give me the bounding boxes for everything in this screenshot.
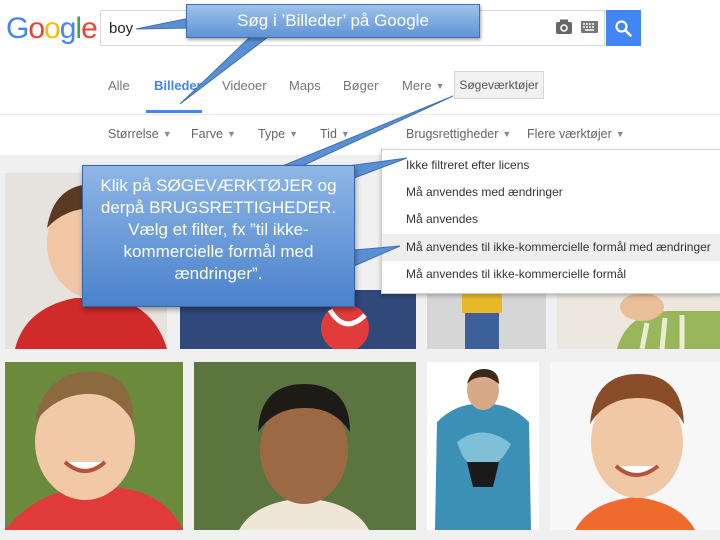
tab-images[interactable]: Billeder	[154, 78, 202, 93]
image-result[interactable]	[427, 293, 546, 349]
filter-size[interactable]: Størrelse ▼	[108, 127, 172, 141]
chevron-down-icon: ▼	[226, 129, 236, 139]
callout-line: Klik på SØGEVÆRKTØJER og	[100, 176, 337, 195]
tab-row: Alle Billeder Videoer Maps Bøger Mere ▼	[0, 58, 720, 115]
callout-search-images: Søg i ’Billeder’ på Google	[186, 4, 480, 38]
search-tools-button[interactable]: Søgeværktøjer	[454, 71, 544, 99]
filter-type[interactable]: Type ▼	[258, 127, 298, 141]
chevron-down-icon: ▼	[502, 129, 512, 139]
callout-line: kommercielle formål med	[123, 242, 314, 261]
image-result[interactable]	[427, 362, 539, 530]
filter-usage-rights-label: Brugsrettigheder	[406, 127, 499, 141]
usage-rights-dropdown: Ikke filtreret efter licens Må anvendes …	[381, 149, 720, 294]
filter-time-label: Tid	[320, 127, 337, 141]
filter-usage-rights[interactable]: Brugsrettigheder ▼	[406, 127, 511, 141]
keyboard-icon[interactable]	[581, 21, 598, 33]
callout-line: derpå BRUGSRETTIGHEDER.	[100, 198, 337, 217]
logo-letter: o	[28, 12, 45, 45]
google-logo[interactable]: Google	[6, 10, 98, 48]
chevron-down-icon: ▼	[615, 129, 625, 139]
search-icon	[615, 20, 632, 37]
tab-more-label: Mere	[402, 78, 432, 93]
camera-icon[interactable]	[555, 17, 573, 39]
image-result[interactable]	[194, 362, 416, 530]
image-result[interactable]	[5, 362, 183, 530]
usage-rights-option[interactable]: Må anvendes	[382, 206, 720, 233]
logo-letter: e	[81, 12, 98, 45]
usage-rights-option[interactable]: Ikke filtreret efter licens	[382, 152, 720, 179]
search-button[interactable]	[606, 10, 641, 46]
logo-letter: o	[44, 12, 61, 45]
usage-rights-option-highlighted[interactable]: Må anvendes til ikke-kommercielle formål…	[382, 234, 720, 261]
callout-line: Vælg et filter, fx ”til ikke-	[128, 220, 309, 239]
tab-more[interactable]: Mere ▼	[402, 78, 445, 93]
chevron-down-icon: ▼	[289, 129, 299, 139]
filter-color-label: Farve	[191, 127, 223, 141]
tab-all[interactable]: Alle	[108, 78, 130, 93]
image-result[interactable]	[557, 293, 720, 349]
filter-more-tools-label: Flere værktøjer	[527, 127, 612, 141]
callout-instructions: Klik på SØGEVÆRKTØJER og derpå BRUGSRETT…	[82, 165, 355, 307]
filter-type-label: Type	[258, 127, 286, 141]
tab-videos[interactable]: Videoer	[222, 78, 267, 93]
filter-color[interactable]: Farve ▼	[191, 127, 236, 141]
chevron-down-icon: ▼	[435, 81, 445, 91]
tab-maps[interactable]: Maps	[289, 78, 321, 93]
image-result[interactable]	[550, 362, 720, 530]
logo-letter: G	[6, 12, 29, 45]
filter-size-label: Størrelse	[108, 127, 159, 141]
usage-rights-option[interactable]: Må anvendes til ikke-kommercielle formål	[382, 261, 720, 288]
chevron-down-icon: ▼	[162, 129, 172, 139]
callout-line: ændringer”.	[174, 264, 263, 283]
filter-time[interactable]: Tid ▼	[320, 127, 350, 141]
usage-rights-option[interactable]: Må anvendes med ændringer	[382, 179, 720, 206]
active-tab-indicator	[146, 110, 202, 113]
tab-books[interactable]: Bøger	[343, 78, 378, 93]
chevron-down-icon: ▼	[340, 129, 350, 139]
filter-more-tools[interactable]: Flere værktøjer ▼	[527, 127, 625, 141]
logo-letter: g	[59, 12, 77, 45]
